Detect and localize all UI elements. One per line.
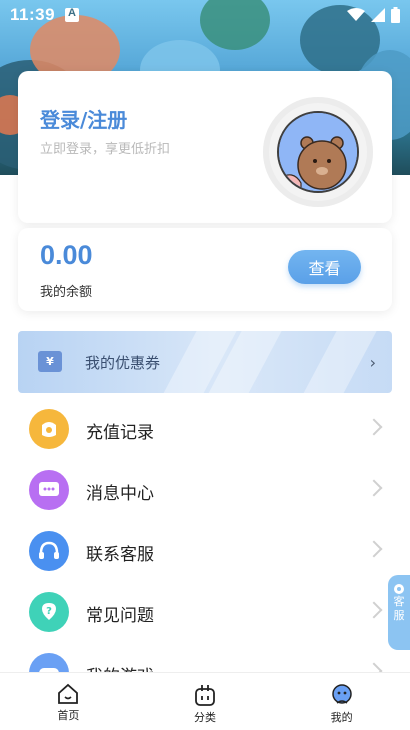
nav-category-label: 分类 [194,711,216,724]
home-icon [58,683,79,704]
menu-item-recharge-records[interactable]: 充值记录 [0,399,410,459]
bottom-nav: 首页 分类 我的 [0,672,410,730]
chevron-right-icon [365,479,383,497]
headset-icon [29,531,69,571]
menu-item-message-center[interactable]: 消息中心 [0,460,410,520]
balance-value: 0.00 [40,240,93,270]
notification-icon: A [65,7,80,22]
notification-glyph: A [68,7,76,19]
profile-card[interactable]: 登录/注册 立即登录，享更低折扣 [18,71,392,223]
balance-card: 0.00 我的余额 查看 [18,228,392,311]
balance-label: 我的余额 [40,285,93,300]
chevron-right-icon: › [369,353,376,372]
avatar [277,111,359,193]
status-time: 11:39 [10,5,56,24]
profile-icon [331,684,352,704]
chevron-right-icon [365,601,383,619]
menu-item-contact-support[interactable]: 联系客服 [0,521,410,581]
chevron-right-icon [365,540,383,558]
chevron-right-icon [365,418,383,436]
float-service-label-2: 服 [393,609,405,622]
nav-profile-label: 我的 [330,711,353,724]
coupon-ticket-icon: ¥ [38,351,62,372]
coupon-label: 我的优惠券 [85,354,161,372]
login-subtitle: 立即登录，享更低折扣 [40,142,171,157]
menu-label: 常见问题 [86,606,154,626]
coupon-banner[interactable]: ¥ 我的优惠券 › [18,331,392,393]
float-service-label-1: 客 [393,595,405,608]
menu-label: 消息中心 [86,484,154,504]
status-bar: 11:39 A [0,0,410,30]
wifi-icon [347,8,365,21]
bear-avatar-icon [279,113,357,191]
nav-profile[interactable]: 我的 [273,673,410,730]
nav-category[interactable]: 分类 [137,673,274,730]
view-balance-button[interactable]: 查看 [288,250,361,284]
nav-home-label: 首页 [57,709,80,722]
menu-label: 充值记录 [86,423,154,443]
nav-home[interactable]: 首页 [0,673,137,730]
cellular-icon [371,8,385,22]
question-icon: ? [29,592,69,632]
menu-item-faq[interactable]: ? 常见问题 [0,582,410,642]
message-icon [29,470,69,510]
menu-label: 联系客服 [86,545,154,565]
svg-text:?: ? [46,606,52,617]
battery-icon [391,7,400,23]
eye-icon [394,584,404,594]
login-register-link[interactable]: 登录/注册 [40,104,127,133]
category-icon [195,685,215,706]
floating-customer-service[interactable]: 客 服 [388,575,410,650]
avatar-ring[interactable] [263,97,373,207]
wallet-icon [29,409,69,449]
